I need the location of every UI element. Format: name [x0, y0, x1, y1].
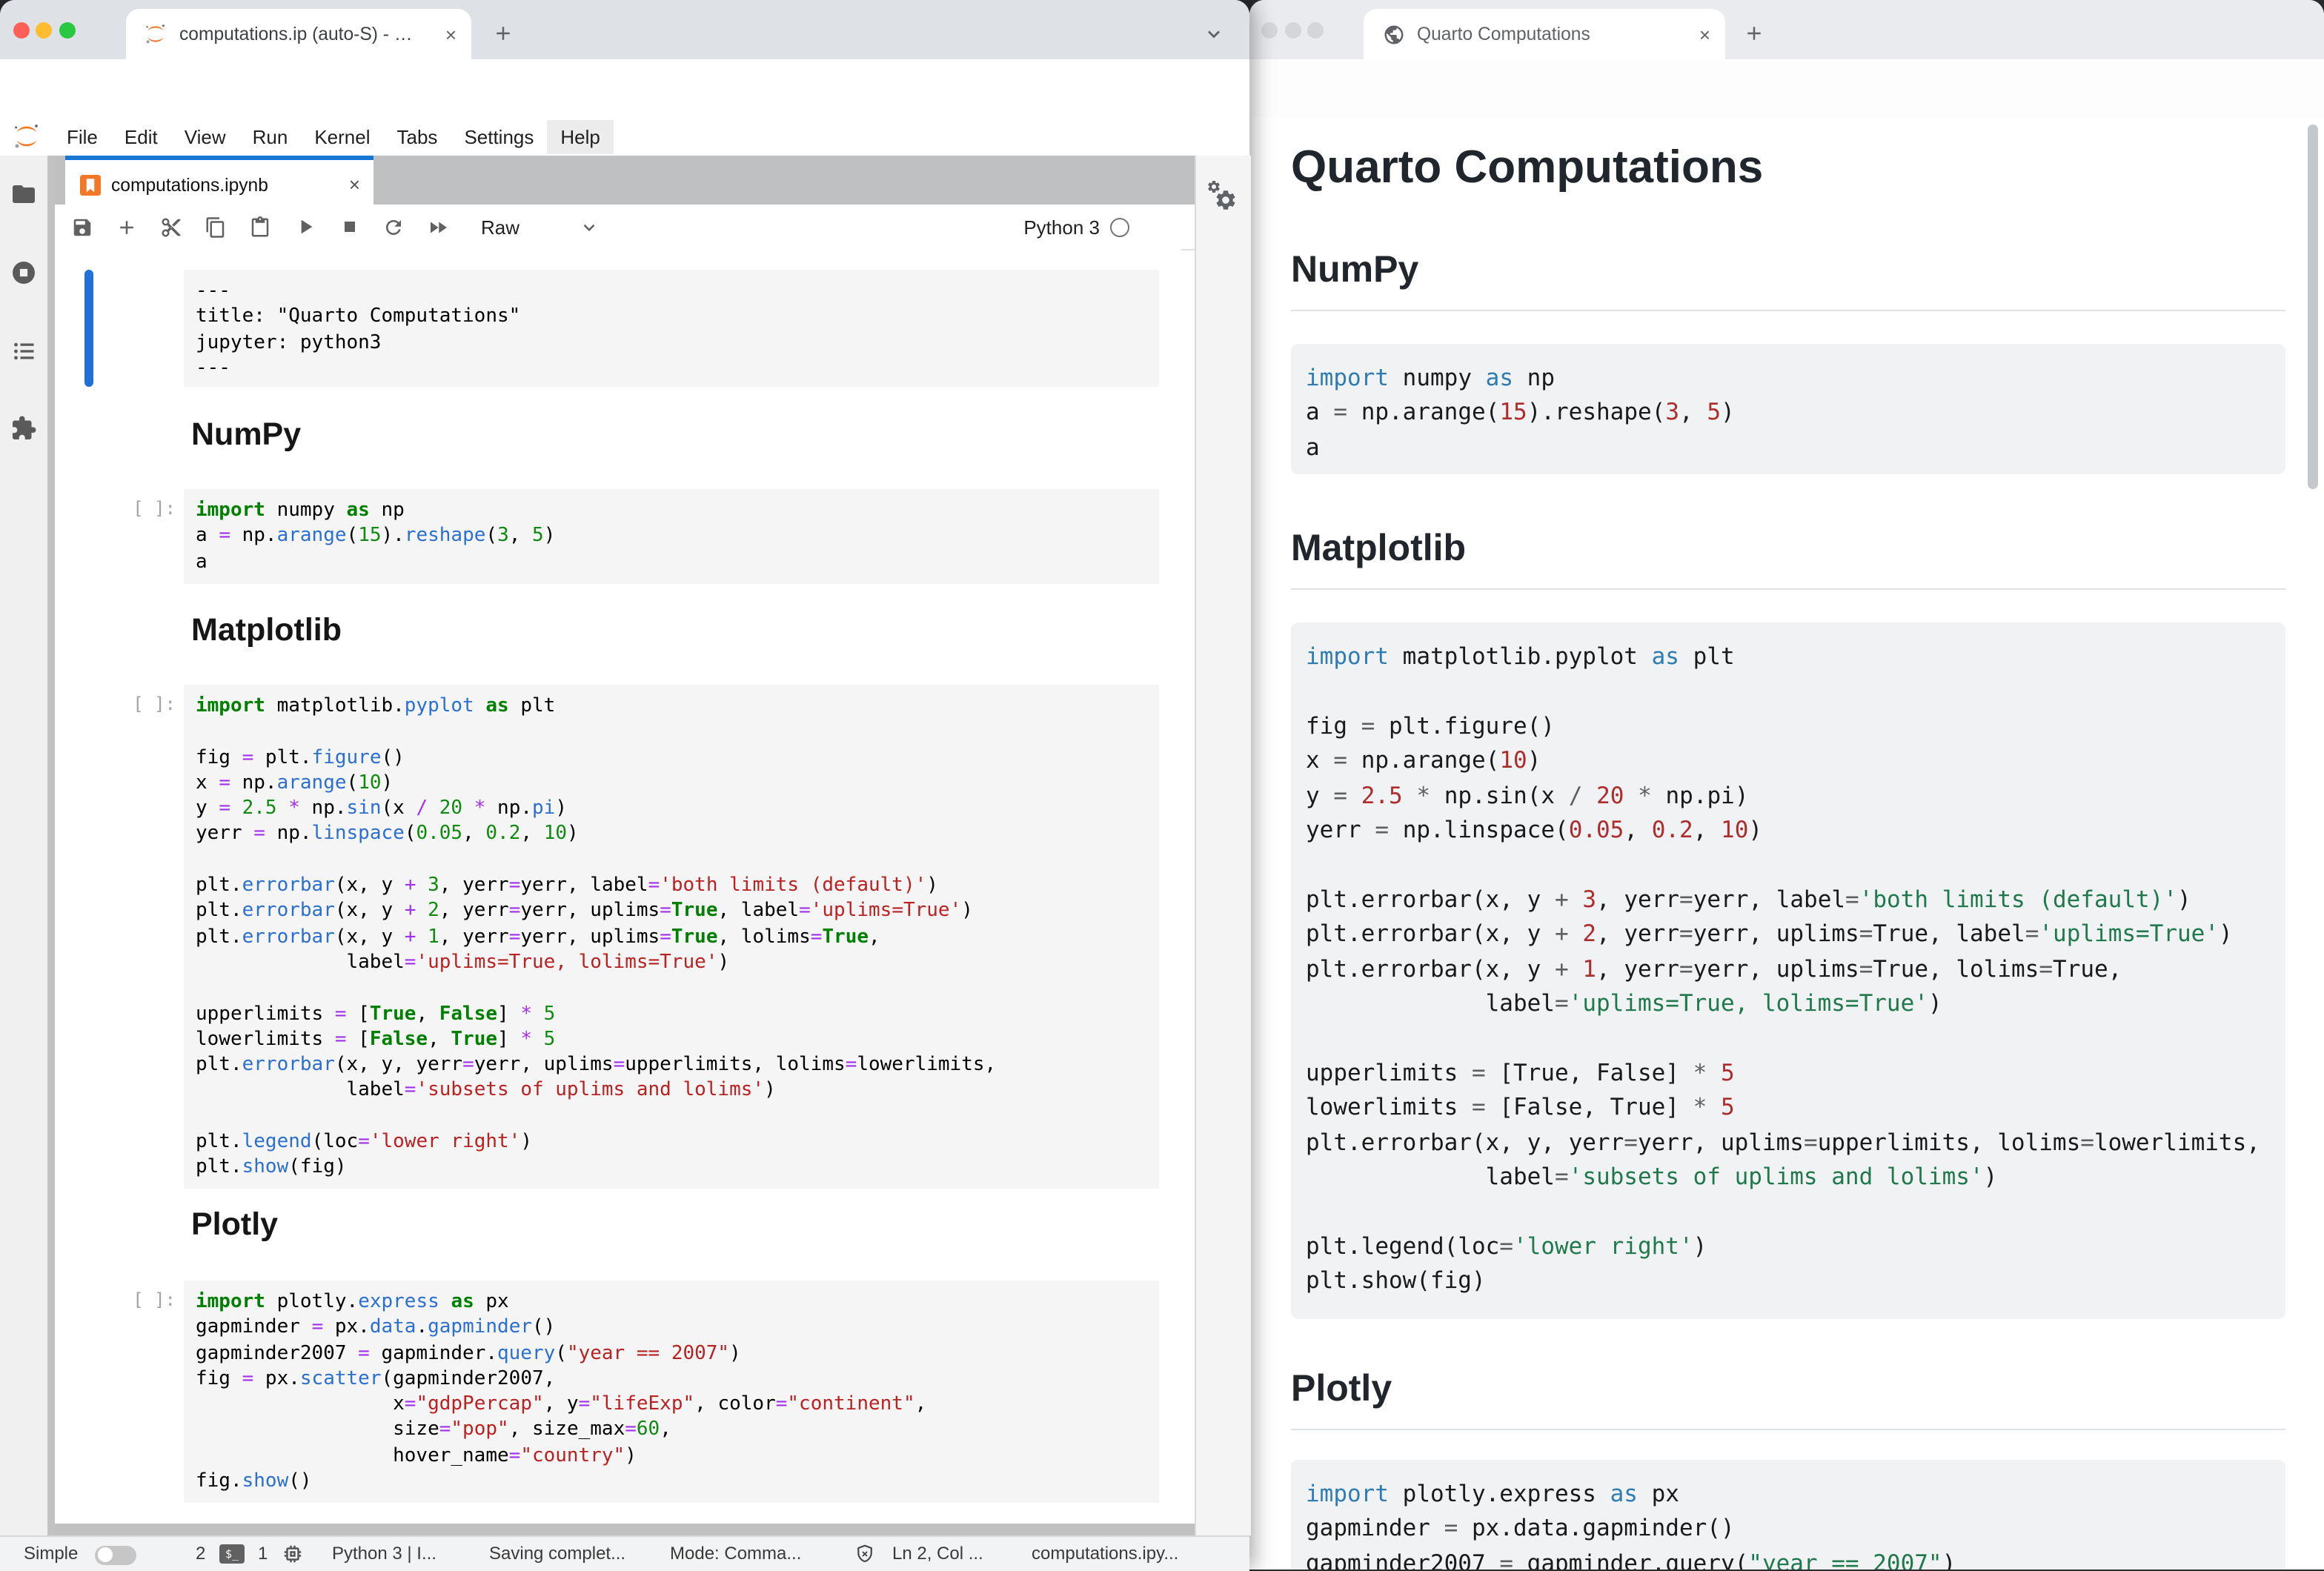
code-cell-matplotlib[interactable]: import matplotlib.pyplot as plt fig = pl… — [184, 685, 1159, 1189]
interrupt-kernel-button[interactable] — [339, 216, 359, 237]
tab-search-chevron-icon[interactable] — [1204, 24, 1224, 44]
cell-prompt: [ ]: — [122, 498, 176, 519]
toolbar-left: localhost:8889/lab/workspaces/auto-S/tre… — [0, 59, 1249, 117]
zoom-window-button[interactable] — [1307, 21, 1324, 38]
dock-panel-edge — [54, 1524, 1195, 1535]
menu-run[interactable]: Run — [239, 119, 302, 153]
markdown-heading-numpy[interactable]: NumPy — [191, 416, 301, 454]
desktop: Quarto Computations × localhost:7896 Z — [0, 0, 2324, 1570]
cell-prompt: [ ]: — [122, 1289, 176, 1310]
command-mode-status[interactable]: Mode: Comma... — [670, 1543, 801, 1564]
tab-title: computations.ip (auto-S) - Jup — [179, 24, 416, 44]
toolbar-right: localhost:7896 Z JJ ⋮ — [1249, 59, 2324, 117]
section-heading-plotly: Plotly — [1291, 1368, 2285, 1430]
add-cell-button[interactable] — [115, 216, 137, 238]
minimize-window-button[interactable] — [1284, 21, 1301, 38]
markdown-heading-plotly[interactable]: Plotly — [191, 1206, 278, 1243]
menu-file[interactable]: File — [53, 119, 111, 153]
browser-tab-jupyter[interactable]: computations.ip (auto-S) - Jup × — [126, 9, 471, 59]
close-tab-icon[interactable]: × — [445, 23, 456, 45]
code-block-matplotlib: import matplotlib.pyplot as plt fig = pl… — [1291, 622, 2285, 1319]
notebook-tab-label: computations.ipynb — [111, 174, 268, 195]
kernel-status-icon[interactable] — [1110, 217, 1129, 236]
page-scrollbar[interactable] — [2308, 124, 2318, 489]
notebook-content: ---title: "Quarto Computations"jupyter: … — [54, 249, 1181, 1524]
cell-prompt: [ ]: — [122, 694, 176, 714]
copy-cell-button[interactable] — [204, 216, 226, 238]
table-of-contents-icon[interactable] — [10, 338, 37, 365]
running-kernels-icon[interactable] — [10, 259, 37, 286]
zoom-window-button[interactable] — [59, 21, 75, 38]
kernel-name[interactable]: Python 3 — [1023, 216, 1100, 238]
restart-run-all-button[interactable] — [426, 216, 448, 238]
paste-cell-button[interactable] — [248, 216, 270, 238]
jupyter-logo-icon — [12, 122, 42, 151]
jupyterlab-statusbar: Simple 2 $_ 1 Python 3 | I... Saving com… — [0, 1535, 1249, 1571]
menu-kernel[interactable]: Kernel — [301, 119, 383, 153]
section-heading-numpy: NumPy — [1291, 249, 2285, 311]
cell-type-chevron-icon[interactable] — [579, 217, 598, 236]
file-browser-icon[interactable] — [10, 181, 37, 207]
macos-titlebar-left: computations.ip (auto-S) - Jup × — [0, 0, 1249, 59]
kernel-count[interactable]: 1 — [258, 1543, 268, 1564]
code-cell-numpy[interactable]: import numpy as npa = np.arange(15).resh… — [184, 489, 1159, 584]
globe-favicon-icon — [1383, 23, 1405, 45]
jupyterlab-menubar: File Edit View Run Kernel Tabs Settings … — [0, 117, 1249, 157]
minimize-window-button[interactable] — [36, 21, 52, 38]
property-inspector-gear-small-icon — [1206, 179, 1221, 194]
kernel-status-text[interactable]: Python 3 | I... — [332, 1543, 436, 1564]
terminal-count[interactable]: 2 — [196, 1543, 205, 1564]
code-block-numpy: import numpy as npa = np.arange(15).resh… — [1291, 344, 2285, 474]
extension-manager-icon[interactable] — [10, 415, 37, 442]
tab-title: Quarto Computations — [1417, 24, 1590, 44]
simple-mode-label: Simple — [24, 1543, 78, 1564]
browser-tab-quarto[interactable]: Quarto Computations × — [1364, 9, 1725, 59]
menu-edit[interactable]: Edit — [111, 119, 171, 153]
cut-cell-button[interactable] — [159, 216, 182, 238]
toggle-knob — [97, 1547, 112, 1562]
cursor-position[interactable]: Ln 2, Col ... — [892, 1543, 983, 1564]
menu-tabs[interactable]: Tabs — [384, 119, 451, 153]
kernel-chip-icon[interactable] — [282, 1543, 304, 1565]
statusbar-filename: computations.ipy... — [1032, 1543, 1178, 1564]
jupyterlab-browser-window: computations.ip (auto-S) - Jup × localho… — [0, 0, 1249, 1570]
code-block-plotly: import plotly.express as pxgapminder = p… — [1291, 1460, 2285, 1570]
saving-status: Saving complet... — [489, 1543, 625, 1564]
document-tab-bar: computations.ipynb × — [54, 156, 1195, 205]
sidebar-splitter[interactable] — [47, 156, 54, 1535]
trust-shield-icon[interactable] — [854, 1543, 876, 1565]
raw-cell-editor[interactable]: ---title: "Quarto Computations"jupyter: … — [184, 270, 1159, 387]
section-heading-matplotlib: Matplotlib — [1291, 528, 2285, 590]
restart-kernel-button[interactable] — [382, 216, 404, 238]
terminal-icon[interactable]: $_ — [219, 1544, 245, 1564]
save-button[interactable] — [70, 216, 93, 238]
simple-mode-toggle[interactable] — [95, 1545, 136, 1564]
close-window-button[interactable] — [1261, 21, 1278, 38]
cell-type-select[interactable]: Raw — [481, 216, 519, 238]
menu-settings[interactable]: Settings — [451, 119, 547, 153]
new-tab-button[interactable] — [1743, 22, 1765, 44]
jupyter-favicon-icon — [144, 22, 167, 46]
notebook-tab[interactable]: computations.ipynb × — [65, 156, 374, 209]
markdown-heading-matplotlib[interactable]: Matplotlib — [191, 612, 342, 649]
active-cell-indicator[interactable] — [84, 270, 93, 387]
notebook-favicon-icon — [80, 174, 101, 195]
quarto-browser-window: Quarto Computations × localhost:7896 Z — [1249, 0, 2324, 1570]
close-notebook-icon[interactable]: × — [349, 173, 360, 196]
code-cell-plotly[interactable]: import plotly.express as pxgapminder = p… — [184, 1281, 1159, 1503]
notebook-toolbar: Raw Python 3 — [54, 205, 1195, 250]
close-tab-icon[interactable]: × — [1699, 23, 1710, 45]
page-title: Quarto Computations — [1291, 141, 1763, 194]
quarto-page: Quarto Computations NumPy import numpy a… — [1249, 117, 2324, 1570]
new-tab-button[interactable] — [492, 22, 514, 44]
menu-help[interactable]: Help — [547, 119, 614, 153]
right-sidebar — [1195, 156, 1251, 1535]
macos-titlebar-right: Quarto Computations × — [1249, 0, 2324, 59]
menu-view[interactable]: View — [171, 119, 239, 153]
close-window-button[interactable] — [13, 21, 29, 38]
jupyterlab-activity-bar — [0, 156, 47, 1535]
run-cell-button[interactable] — [293, 215, 316, 239]
